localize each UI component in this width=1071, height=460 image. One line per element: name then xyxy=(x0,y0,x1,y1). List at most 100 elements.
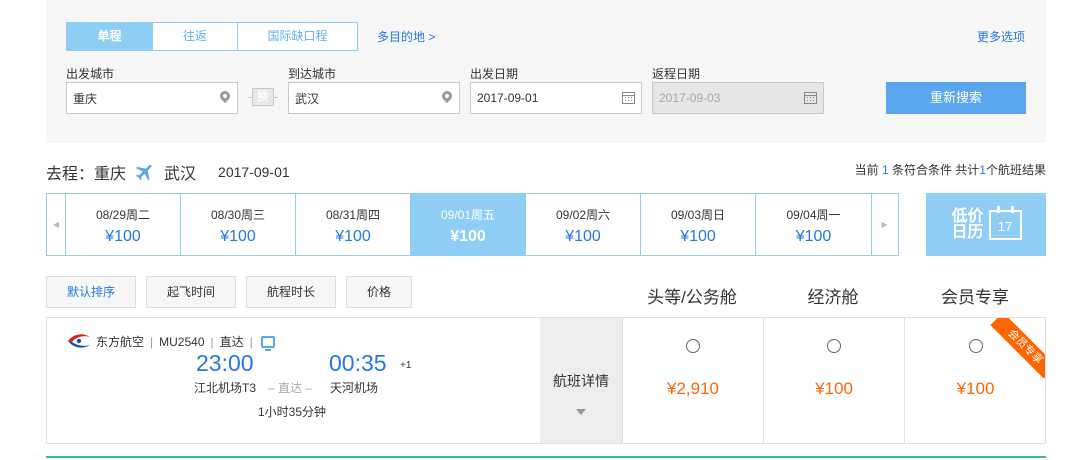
direct-indicator: – 直达 – xyxy=(268,381,313,395)
airline-name: 东方航空 xyxy=(96,335,145,349)
return-date-value: 2017-09-03 xyxy=(659,91,721,105)
flight-duration: 1小时35分钟 xyxy=(258,405,327,419)
arrival-airport: 天河机场 xyxy=(330,381,379,395)
date-cell[interactable]: 09/04周一 ¥100 xyxy=(756,194,871,255)
flight-details-toggle[interactable]: 航班详情 xyxy=(540,318,622,443)
depart-date-label: 出发日期 xyxy=(470,67,519,81)
date-strip: ◀ 08/29周二 ¥100 08/30周三 ¥100 08/31周四 ¥100 09… xyxy=(46,193,899,256)
low-price-calendar-button[interactable]: 低价日历 17 xyxy=(926,193,1046,256)
flight-type: 直达 xyxy=(219,335,244,349)
price-cell-first: ¥2,910 xyxy=(622,318,763,443)
return-date-label: 返程日期 xyxy=(652,67,701,81)
result-total-count: 1 xyxy=(979,163,986,177)
date-cell-selected[interactable]: 09/01周五 ¥100 xyxy=(411,194,526,255)
date-next-arrow[interactable]: ▶ xyxy=(871,194,897,255)
airline-info: 东方航空 | MU2540 | 直达 | xyxy=(96,333,275,351)
date-cell[interactable]: 08/31周四 ¥100 xyxy=(296,194,411,255)
departure-time: 23:00 xyxy=(196,350,254,376)
price-cell-economy: ¥100 xyxy=(763,318,904,443)
select-first-radio[interactable] xyxy=(686,339,700,353)
member-ribbon-label: 会员专享 xyxy=(990,318,1045,378)
calendar-day: 17 xyxy=(997,218,1013,234)
route-from: 重庆 xyxy=(94,166,127,183)
trip-type-tabs: 单程 往返 国际缺口程 xyxy=(66,22,358,51)
swap-cities-button[interactable]: 换 xyxy=(252,88,274,106)
date-cell[interactable]: 08/29周二 ¥100 xyxy=(66,194,181,255)
cabin-header-first: 头等/公务舱 xyxy=(647,288,737,307)
airplane-icon xyxy=(135,164,152,181)
from-city-value: 重庆 xyxy=(73,91,98,106)
cabin-header-economy: 经济舱 xyxy=(807,288,859,307)
next-row-divider xyxy=(46,456,1046,458)
date-price: ¥100 xyxy=(220,228,256,245)
divider: | xyxy=(249,334,253,349)
tab-open-jaw[interactable]: 国际缺口程 xyxy=(238,23,357,50)
sort-price-button[interactable]: 价格 xyxy=(346,276,412,308)
depart-date-input[interactable]: 2017-09-01 xyxy=(470,82,642,114)
date-cell[interactable]: 09/02周六 ¥100 xyxy=(526,194,641,255)
location-pin-icon xyxy=(441,91,453,105)
flight-number: MU2540 xyxy=(159,334,205,349)
sort-departure-time-button[interactable]: 起飞时间 xyxy=(146,276,236,308)
date-label: 09/01周五 xyxy=(440,208,496,222)
date-label: 09/03周日 xyxy=(670,208,726,222)
calendar-icon: 17 xyxy=(988,205,1022,240)
low-price-calendar-label: 低价日历 xyxy=(951,207,984,241)
depart-date-value: 2017-09-01 xyxy=(477,91,539,105)
departure-airport: 江北机场T3 xyxy=(194,381,257,395)
date-price: ¥100 xyxy=(450,228,486,245)
result-text: 条符合条件 共计 xyxy=(888,163,980,177)
to-city-label: 到达城市 xyxy=(288,67,337,81)
member-ribbon: 会员专享 xyxy=(985,318,1045,378)
date-price: ¥100 xyxy=(565,228,601,245)
return-date-input[interactable]: 2017-09-03 xyxy=(652,82,824,114)
route-date: 2017-09-01 xyxy=(218,164,290,180)
price-first: ¥2,910 xyxy=(667,379,719,398)
date-label: 08/30周三 xyxy=(210,208,266,222)
to-city-input[interactable]: 武汉 xyxy=(288,82,460,114)
divider: | xyxy=(150,334,154,349)
result-text: 个航班结果 xyxy=(985,163,1046,177)
route-title: 去程： 重庆 武汉 2017-09-01 xyxy=(46,160,290,184)
route-to: 武汉 xyxy=(164,166,197,183)
calendar-icon xyxy=(622,92,635,104)
location-pin-icon xyxy=(219,91,231,105)
route-prefix: 去程： xyxy=(46,166,95,183)
select-economy-radio[interactable] xyxy=(827,339,841,353)
date-prev-arrow[interactable]: ◀ xyxy=(47,194,66,255)
date-cell[interactable]: 08/30周三 ¥100 xyxy=(181,194,296,255)
chevron-down-icon xyxy=(576,409,586,415)
flight-details-label: 航班详情 xyxy=(553,373,609,389)
next-day-badge: +1 xyxy=(400,360,412,371)
more-options-link[interactable]: 更多选项 xyxy=(977,28,1025,45)
date-label: 09/04周一 xyxy=(786,208,841,222)
calendar-icon xyxy=(804,92,817,104)
sort-default-button[interactable]: 默认排序 xyxy=(46,276,136,308)
date-price: ¥100 xyxy=(795,228,832,245)
result-count: 当前 1 条符合条件 共计1个航班结果 xyxy=(855,161,1046,178)
result-current-count: 1 xyxy=(881,163,889,177)
result-text: 当前 xyxy=(854,163,882,177)
tab-one-way[interactable]: 单程 xyxy=(67,23,153,50)
date-price: ¥100 xyxy=(105,228,141,245)
china-eastern-logo-icon xyxy=(68,334,90,348)
arrival-time: 00:35 xyxy=(329,350,387,376)
cabin-header-member: 会员专享 xyxy=(941,288,1009,307)
divider: | xyxy=(210,334,214,349)
date-cell[interactable]: 09/03周日 ¥100 xyxy=(641,194,756,255)
select-member-radio[interactable] xyxy=(968,339,983,353)
date-price: ¥100 xyxy=(680,228,716,245)
price-member: ¥100 xyxy=(956,379,995,398)
sort-duration-button[interactable]: 航程时长 xyxy=(246,276,336,308)
date-price: ¥100 xyxy=(335,228,371,245)
tab-round-trip[interactable]: 往返 xyxy=(153,23,238,50)
from-city-label: 出发城市 xyxy=(66,67,115,81)
screen-icon xyxy=(260,335,275,351)
date-label: 08/31周四 xyxy=(325,208,381,222)
date-label: 09/02周六 xyxy=(555,208,611,222)
from-city-input[interactable]: 重庆 xyxy=(66,82,238,114)
multi-destination-link[interactable]: 多目的地 > xyxy=(377,28,435,45)
date-label: 08/29周二 xyxy=(95,208,151,222)
to-city-value: 武汉 xyxy=(295,91,320,106)
research-button[interactable]: 重新搜索 xyxy=(886,82,1026,114)
